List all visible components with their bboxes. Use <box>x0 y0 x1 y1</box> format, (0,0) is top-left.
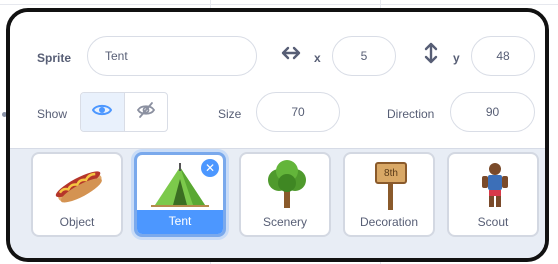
background-grid-line <box>0 4 558 5</box>
sprite-name-value: Tent <box>105 49 128 63</box>
x-value: 5 <box>360 49 368 63</box>
y-label: y <box>453 51 460 65</box>
sprite-label: Sprite <box>37 51 72 65</box>
sprite-tile-label: Scenery <box>262 215 308 229</box>
size-label: Size <box>218 107 242 121</box>
signpost-icon: 8th <box>345 160 433 210</box>
eye-icon <box>92 102 113 123</box>
tree-icon <box>241 160 329 210</box>
sprite-tile-label: Scout <box>477 215 509 229</box>
x-input[interactable]: 5 <box>332 36 396 76</box>
sprite-properties: Sprite Tent x 5 y 48 Show Size 70 Direct… <box>10 12 545 148</box>
scout-icon <box>449 160 537 210</box>
direction-label: Direction <box>387 107 435 121</box>
signpost-text: 8th <box>384 168 398 179</box>
sprite-tile-object[interactable]: Object <box>31 152 123 237</box>
show-button[interactable] <box>81 93 124 131</box>
vertical-arrows-icon <box>420 42 442 69</box>
sprite-tile-decoration[interactable]: 8th Decoration <box>343 152 435 237</box>
sprite-tile-label: Object <box>59 215 95 229</box>
y-value: 48 <box>496 49 510 63</box>
direction-input[interactable]: 90 <box>450 92 535 132</box>
size-input[interactable]: 70 <box>256 92 340 132</box>
sprite-name-input[interactable]: Tent <box>87 36 257 76</box>
sprite-tile-scenery[interactable]: Scenery <box>239 152 331 237</box>
visibility-toggle <box>80 92 168 132</box>
show-label: Show <box>37 107 68 121</box>
eye-slash-icon <box>136 100 156 125</box>
x-label: x <box>314 51 321 65</box>
hotdog-icon <box>33 160 121 210</box>
sprite-tile-label: Decoration <box>359 215 419 229</box>
sprite-tile-label: Tent <box>137 210 223 234</box>
hide-button[interactable] <box>124 93 167 131</box>
size-value: 70 <box>291 105 305 119</box>
direction-value: 90 <box>485 105 500 119</box>
delete-sprite-button[interactable]: ✕ <box>201 159 219 177</box>
sprite-tile-tent[interactable]: ✕ Tent <box>134 152 226 237</box>
sprite-tile-scout[interactable]: Scout <box>447 152 539 237</box>
y-input[interactable]: 48 <box>471 36 535 76</box>
horizontal-arrows-icon <box>280 42 302 69</box>
